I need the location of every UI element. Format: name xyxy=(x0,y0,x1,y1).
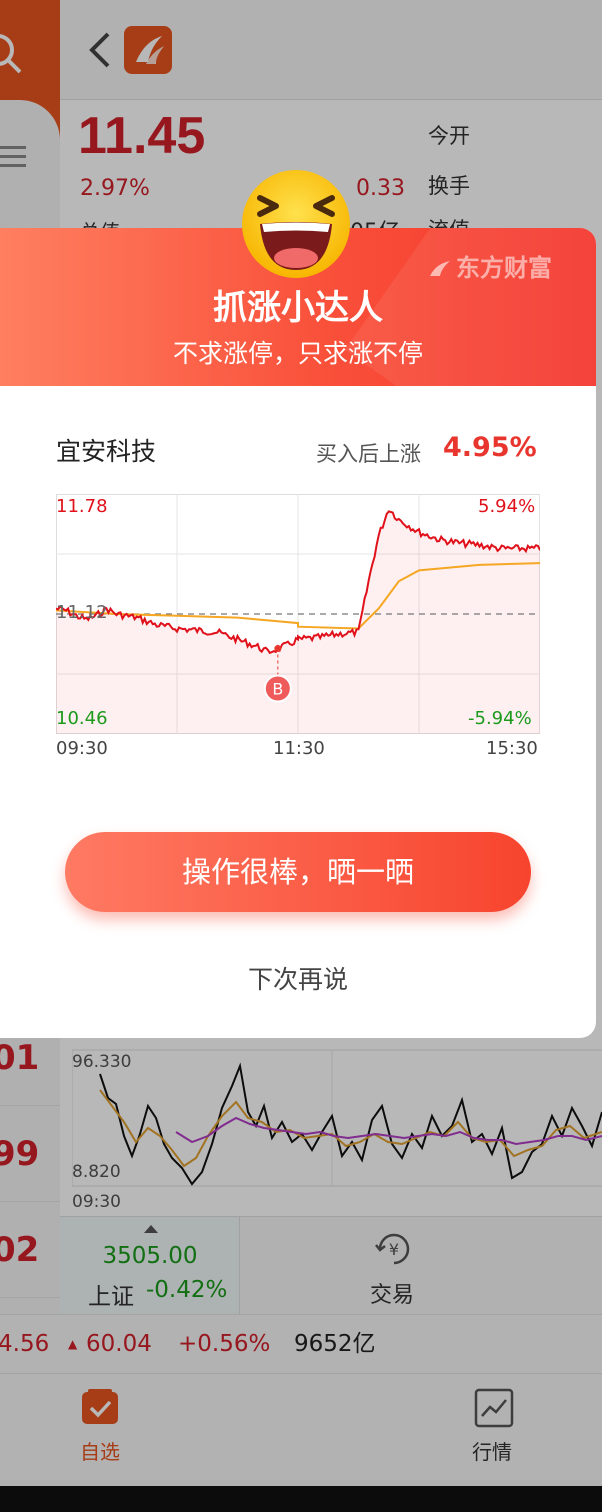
y-max-pct-label: 5.94% xyxy=(478,496,536,517)
y-max-label: 11.78 xyxy=(56,496,108,517)
brand-watermark: 东方财富 xyxy=(428,248,552,283)
brand-logo-icon xyxy=(430,261,450,276)
modal-title: 抓涨小达人 xyxy=(213,288,383,328)
gain-label: 买入后上涨 xyxy=(316,442,421,466)
laughing-emoji-icon xyxy=(242,170,350,278)
y-prev-close-label: 11.12 xyxy=(56,602,108,623)
share-button[interactable]: 操作很棒，晒一晒 xyxy=(65,832,531,912)
brand-name: 东方财富 xyxy=(456,254,552,282)
stock-name: 宜安科技 xyxy=(56,437,157,466)
y-min-pct-label: -5.94% xyxy=(468,708,532,729)
x-mid-label: 11:30 xyxy=(273,738,325,759)
y-min-label: 10.46 xyxy=(56,708,108,729)
buy-badge-label: B xyxy=(272,680,283,699)
intraday-price-chart: B xyxy=(56,494,540,734)
gain-value: 4.95% xyxy=(443,432,537,463)
x-end-label: 15:30 xyxy=(486,738,538,759)
achievement-modal: 东方财富 抓涨小达人 不求涨停，只求涨不停 宜安科技 买入后上涨 4.95% B… xyxy=(0,228,596,1038)
dismiss-button[interactable]: 下次再说 xyxy=(0,960,596,996)
x-start-label: 09:30 xyxy=(56,738,108,759)
modal-subtitle: 不求涨停，只求涨不停 xyxy=(172,339,423,368)
